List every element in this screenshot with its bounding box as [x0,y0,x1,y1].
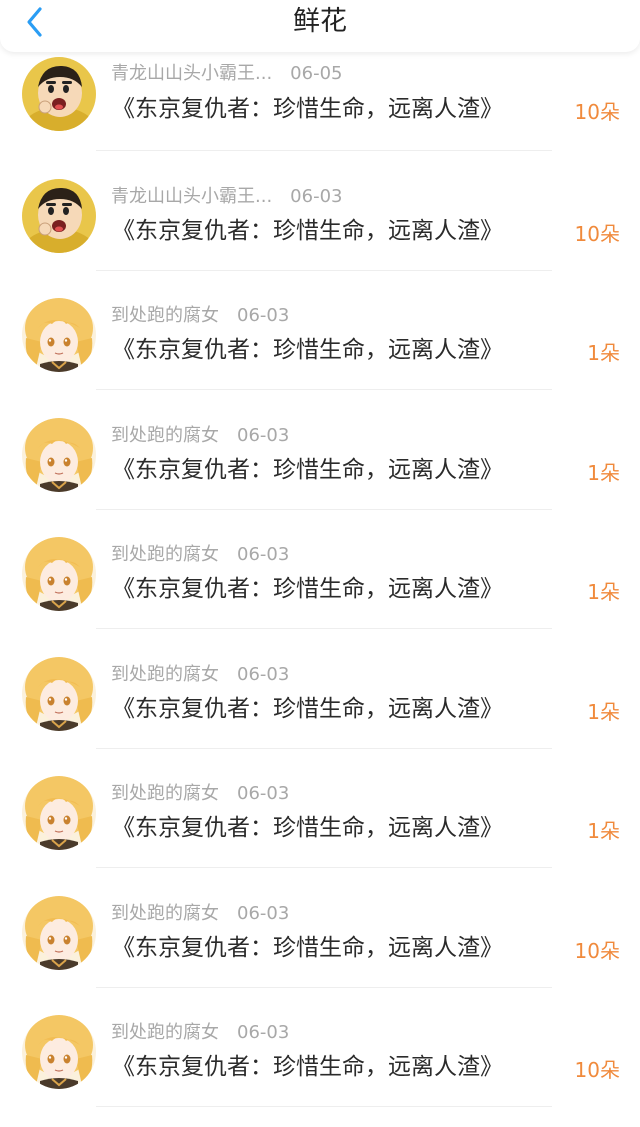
send-date: 06-03 [237,664,290,685]
send-date: 06-03 [237,903,290,924]
flower-record-row[interactable]: 到处跑的腐女 06-03 《东京复仇者：珍惜生命，远离人渣》 1朵 [0,650,640,769]
book-title[interactable]: 《东京复仇者：珍惜生命，远离人渣》 [112,694,503,724]
flower-count: 10朵 [574,1058,620,1082]
row-divider [96,270,552,271]
sender-meta: 到处跑的腐女 06-03 [111,663,289,687]
shinchan-avatar-icon[interactable] [22,179,96,253]
flower-record-row[interactable]: 到处跑的腐女 06-03 《东京复仇者：珍惜生命，远离人渣》 1朵 [0,769,640,888]
row-divider [96,987,552,988]
flower-record-row[interactable]: 到处跑的腐女 06-03 《东京复仇者：珍惜生命，远离人渣》 10朵 [0,889,640,1008]
flower-record-row[interactable]: 到处跑的腐女 06-03 《东京复仇者：珍惜生命，远离人渣》 1朵 [0,291,640,410]
sender-name[interactable]: 到处跑的腐女 [111,903,219,924]
flower-count: 1朵 [587,580,620,604]
send-date: 06-05 [290,63,343,84]
flower-count: 10朵 [574,222,620,246]
sender-meta: 到处跑的腐女 06-03 [111,543,289,567]
sender-name[interactable]: 到处跑的腐女 [111,305,219,326]
flower-count: 10朵 [574,100,620,124]
row-divider [96,628,552,629]
anime-girl-avatar-icon[interactable] [22,418,96,492]
sender-meta: 到处跑的腐女 06-03 [111,304,289,328]
book-title[interactable]: 《东京复仇者：珍惜生命，远离人渣》 [112,455,503,485]
flower-record-row[interactable]: 青龙山山头小霸王... 06-03 《东京复仇者：珍惜生命，远离人渣》 10朵 [0,172,640,291]
book-title[interactable]: 《东京复仇者：珍惜生命，远离人渣》 [112,216,503,246]
row-divider [96,389,552,390]
top-bar: 鲜花 [0,0,640,52]
sender-meta: 青龙山山头小霸王... 06-03 [111,185,342,209]
flower-record-row[interactable]: 到处跑的腐女 06-03 《东京复仇者：珍惜生命，远离人渣》 1朵 [0,411,640,530]
sender-name[interactable]: 青龙山山头小霸王... [111,186,272,207]
sender-meta: 到处跑的腐女 06-03 [111,782,289,806]
anime-girl-avatar-icon[interactable] [22,298,96,372]
sender-name[interactable]: 到处跑的腐女 [111,425,219,446]
book-title[interactable]: 《东京复仇者：珍惜生命，远离人渣》 [112,94,503,124]
flower-count: 1朵 [587,700,620,724]
sender-meta: 到处跑的腐女 06-03 [111,1021,289,1045]
book-title[interactable]: 《东京复仇者：珍惜生命，远离人渣》 [112,1052,503,1082]
anime-girl-avatar-icon[interactable] [22,537,96,611]
flower-count: 1朵 [587,819,620,843]
flower-record-row[interactable]: 青龙山山头小霸王... 06-05 《东京复仇者：珍惜生命，远离人渣》 10朵 [0,52,640,171]
sender-meta: 到处跑的腐女 06-03 [111,902,289,926]
send-date: 06-03 [237,783,290,804]
anime-girl-avatar-icon[interactable] [22,657,96,731]
row-divider [96,748,552,749]
shinchan-avatar-icon[interactable] [22,57,96,131]
sender-name[interactable]: 到处跑的腐女 [111,1022,219,1043]
anime-girl-avatar-icon[interactable] [22,1015,96,1089]
book-title[interactable]: 《东京复仇者：珍惜生命，远离人渣》 [112,813,503,843]
send-date: 06-03 [237,1022,290,1043]
sender-meta: 青龙山山头小霸王... 06-05 [111,62,342,86]
send-date: 06-03 [237,425,290,446]
flower-record-row[interactable]: 到处跑的腐女 06-03 《东京复仇者：珍惜生命，远离人渣》 10朵 [0,1008,640,1127]
flower-record-row[interactable]: 到处跑的腐女 06-03 《东京复仇者：珍惜生命，远离人渣》 1朵 [0,530,640,649]
page-title: 鲜花 [293,6,347,37]
row-divider [96,150,552,151]
flower-count: 1朵 [587,461,620,485]
row-divider [96,867,552,868]
book-title[interactable]: 《东京复仇者：珍惜生命，远离人渣》 [112,933,503,963]
book-title[interactable]: 《东京复仇者：珍惜生命，远离人渣》 [112,335,503,365]
send-date: 06-03 [290,186,343,207]
anime-girl-avatar-icon[interactable] [22,776,96,850]
sender-name[interactable]: 青龙山山头小霸王... [111,63,272,84]
send-date: 06-03 [237,544,290,565]
sender-name[interactable]: 到处跑的腐女 [111,783,219,804]
row-divider [96,1106,552,1107]
anime-girl-avatar-icon[interactable] [22,896,96,970]
flower-count: 10朵 [574,939,620,963]
flower-count: 1朵 [587,341,620,365]
sender-name[interactable]: 到处跑的腐女 [111,544,219,565]
sender-meta: 到处跑的腐女 06-03 [111,424,289,448]
book-title[interactable]: 《东京复仇者：珍惜生命，远离人渣》 [112,574,503,604]
row-divider [96,509,552,510]
send-date: 06-03 [237,305,290,326]
sender-name[interactable]: 到处跑的腐女 [111,664,219,685]
